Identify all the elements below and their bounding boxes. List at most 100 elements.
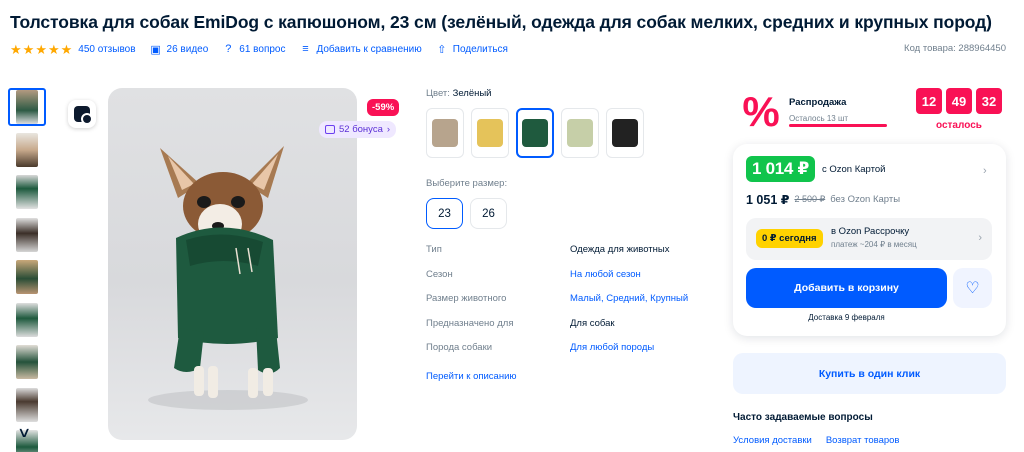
videos-label: 26 видео (166, 43, 209, 55)
property-key: Сезон (426, 268, 453, 280)
property-value-link[interactable]: На любой сезон (570, 269, 641, 280)
installment-block[interactable]: 0 ₽ сегодня в Ozon Рассрочку платеж ~204… (746, 218, 992, 260)
property-row: Размер животного Малый, Средний, Крупный (426, 293, 706, 318)
delivery-date: Доставка 9 февраля (808, 313, 885, 322)
bonus-icon (325, 125, 335, 134)
timer-label: осталось (936, 120, 982, 131)
bonus-label: 52 бонуса (339, 124, 383, 135)
card-price-row[interactable]: 1 014 ₽ с Ozon Картой (746, 156, 885, 182)
faq-title: Часто задаваемые вопросы (733, 412, 873, 423)
property-row: Тип Одежда для животных (426, 244, 706, 269)
star-icon: ★ (10, 41, 22, 57)
property-row: Порода собаки Для любой породы (426, 342, 706, 367)
product-meta-row: ★ ★ ★ ★ ★ 450 отзывов ▣ 26 видео ? 61 во… (10, 42, 522, 56)
svg-text:%: % (742, 88, 779, 134)
sale-stock-bar (789, 124, 887, 127)
questions-link[interactable]: ? 61 вопрос (222, 43, 285, 55)
main-product-photo[interactable] (108, 88, 357, 440)
property-row: Предназначено для Для собак (426, 318, 706, 343)
question-icon: ? (225, 43, 232, 55)
property-value-link[interactable]: Малый, Средний, Крупный (570, 293, 688, 304)
property-key: Размер животного (426, 293, 507, 304)
faq-link-returns[interactable]: Возврат товаров (826, 435, 900, 446)
color-swatch-black[interactable] (606, 108, 644, 158)
card-price-label: с Ozon Картой (822, 163, 886, 175)
color-swatch-olive[interactable] (561, 108, 599, 158)
star-icon: ★ (35, 41, 47, 57)
share-icon: ⇧ (437, 43, 447, 56)
thumbnail[interactable] (8, 88, 46, 126)
card-price: 1 014 ₽ (746, 156, 815, 182)
faq-link-delivery[interactable]: Условия доставки (733, 435, 812, 446)
size-label: Выберите размер: (426, 178, 508, 189)
property-value: Одежда для животных (570, 244, 670, 255)
color-label: Цвет: Зелёный (426, 88, 492, 99)
product-properties: Тип Одежда для животных Сезон На любой с… (426, 244, 706, 367)
property-row: Сезон На любой сезон (426, 269, 706, 294)
installment-subtitle: платеж ~204 ₽ в месяц (831, 240, 917, 249)
go-to-description-link[interactable]: Перейти к описанию (426, 371, 517, 382)
chevron-right-icon: › (983, 165, 987, 177)
chevron-right-icon: › (386, 124, 391, 135)
heart-icon: ♡ (965, 280, 980, 297)
sale-percent-icon: % (742, 88, 779, 134)
property-key: Порода собаки (426, 342, 493, 353)
installment-pill: 0 ₽ сегодня (756, 229, 823, 248)
thumbnail[interactable] (8, 131, 46, 169)
add-to-cart-button[interactable]: Добавить в корзину (746, 268, 947, 308)
search-by-photo-icon (74, 106, 93, 125)
installment-title: в Ozon Рассрочку (831, 226, 910, 237)
thumbnail[interactable] (8, 301, 46, 339)
property-key: Предназначено для (426, 317, 514, 329)
star-icon: ★ (22, 41, 35, 57)
color-swatch-beige[interactable] (426, 108, 464, 158)
sale-stock-left: Осталось 13 шт (789, 114, 849, 123)
thumbnail-list (8, 88, 48, 452)
share-link[interactable]: ⇧ Поделиться (436, 43, 508, 56)
size-options: 23 26 (426, 198, 507, 229)
timer-hours: 12 (916, 88, 942, 114)
without-card-label: без Ozon Карты (830, 194, 901, 205)
rating-stars[interactable]: ★ ★ ★ ★ ★ (10, 43, 72, 56)
property-key: Тип (426, 244, 442, 255)
image-search-button[interactable] (68, 100, 96, 128)
color-value: Зелёный (452, 88, 492, 99)
buy-one-click-button[interactable]: Купить в один клик (733, 353, 1006, 394)
size-option[interactable]: 23 (426, 198, 463, 229)
thumbnail[interactable] (8, 343, 46, 381)
thumbnail[interactable] (8, 258, 46, 296)
property-value: Для собак (570, 317, 615, 329)
chevron-down-icon[interactable]: ∨ (17, 424, 31, 441)
property-value-link[interactable]: Для любой породы (570, 342, 654, 353)
timer-minutes: 49 (946, 88, 972, 114)
regular-price: 1 051 ₽ (746, 193, 790, 207)
regular-price-row: 1 051 ₽ 2 500 ₽ без Ozon Карты (746, 192, 900, 207)
thumbnail[interactable] (8, 173, 46, 211)
video-icon: ▣ (150, 43, 161, 56)
sale-timer: 12 49 32 (916, 88, 1002, 114)
videos-link[interactable]: ▣ 26 видео (150, 43, 209, 56)
compare-link[interactable]: ≡ Добавить к сравнению (299, 43, 421, 55)
reviews-link[interactable]: 450 отзывов (78, 44, 135, 55)
color-swatch-yellow[interactable] (471, 108, 509, 158)
discount-badge: -59% (367, 99, 400, 116)
thumbnail[interactable] (8, 216, 46, 254)
dog-photo-illustration (148, 146, 308, 410)
timer-seconds: 32 (976, 88, 1002, 114)
color-swatch-green[interactable] (516, 108, 554, 158)
size-option[interactable]: 26 (470, 198, 507, 229)
bonus-badge[interactable]: 52 бонуса › (319, 121, 397, 138)
share-label: Поделиться (452, 43, 508, 55)
old-price: 2 500 ₽ (794, 194, 826, 204)
chevron-right-icon: › (978, 232, 982, 244)
product-code: Код товара: 288964450 (904, 43, 1006, 54)
sale-title: Распродажа (789, 97, 847, 108)
favorite-button[interactable]: ♡ (953, 268, 992, 308)
product-title: Толстовка для собак EmiDog с капюшоном, … (10, 12, 992, 32)
compare-icon: ≡ (302, 43, 309, 55)
faq-links: Условия доставки Возврат товаров (733, 435, 899, 446)
color-swatches (426, 108, 644, 158)
thumbnail[interactable] (8, 386, 46, 424)
color-label-key: Цвет: (426, 88, 450, 99)
questions-label: 61 вопрос (239, 43, 286, 55)
